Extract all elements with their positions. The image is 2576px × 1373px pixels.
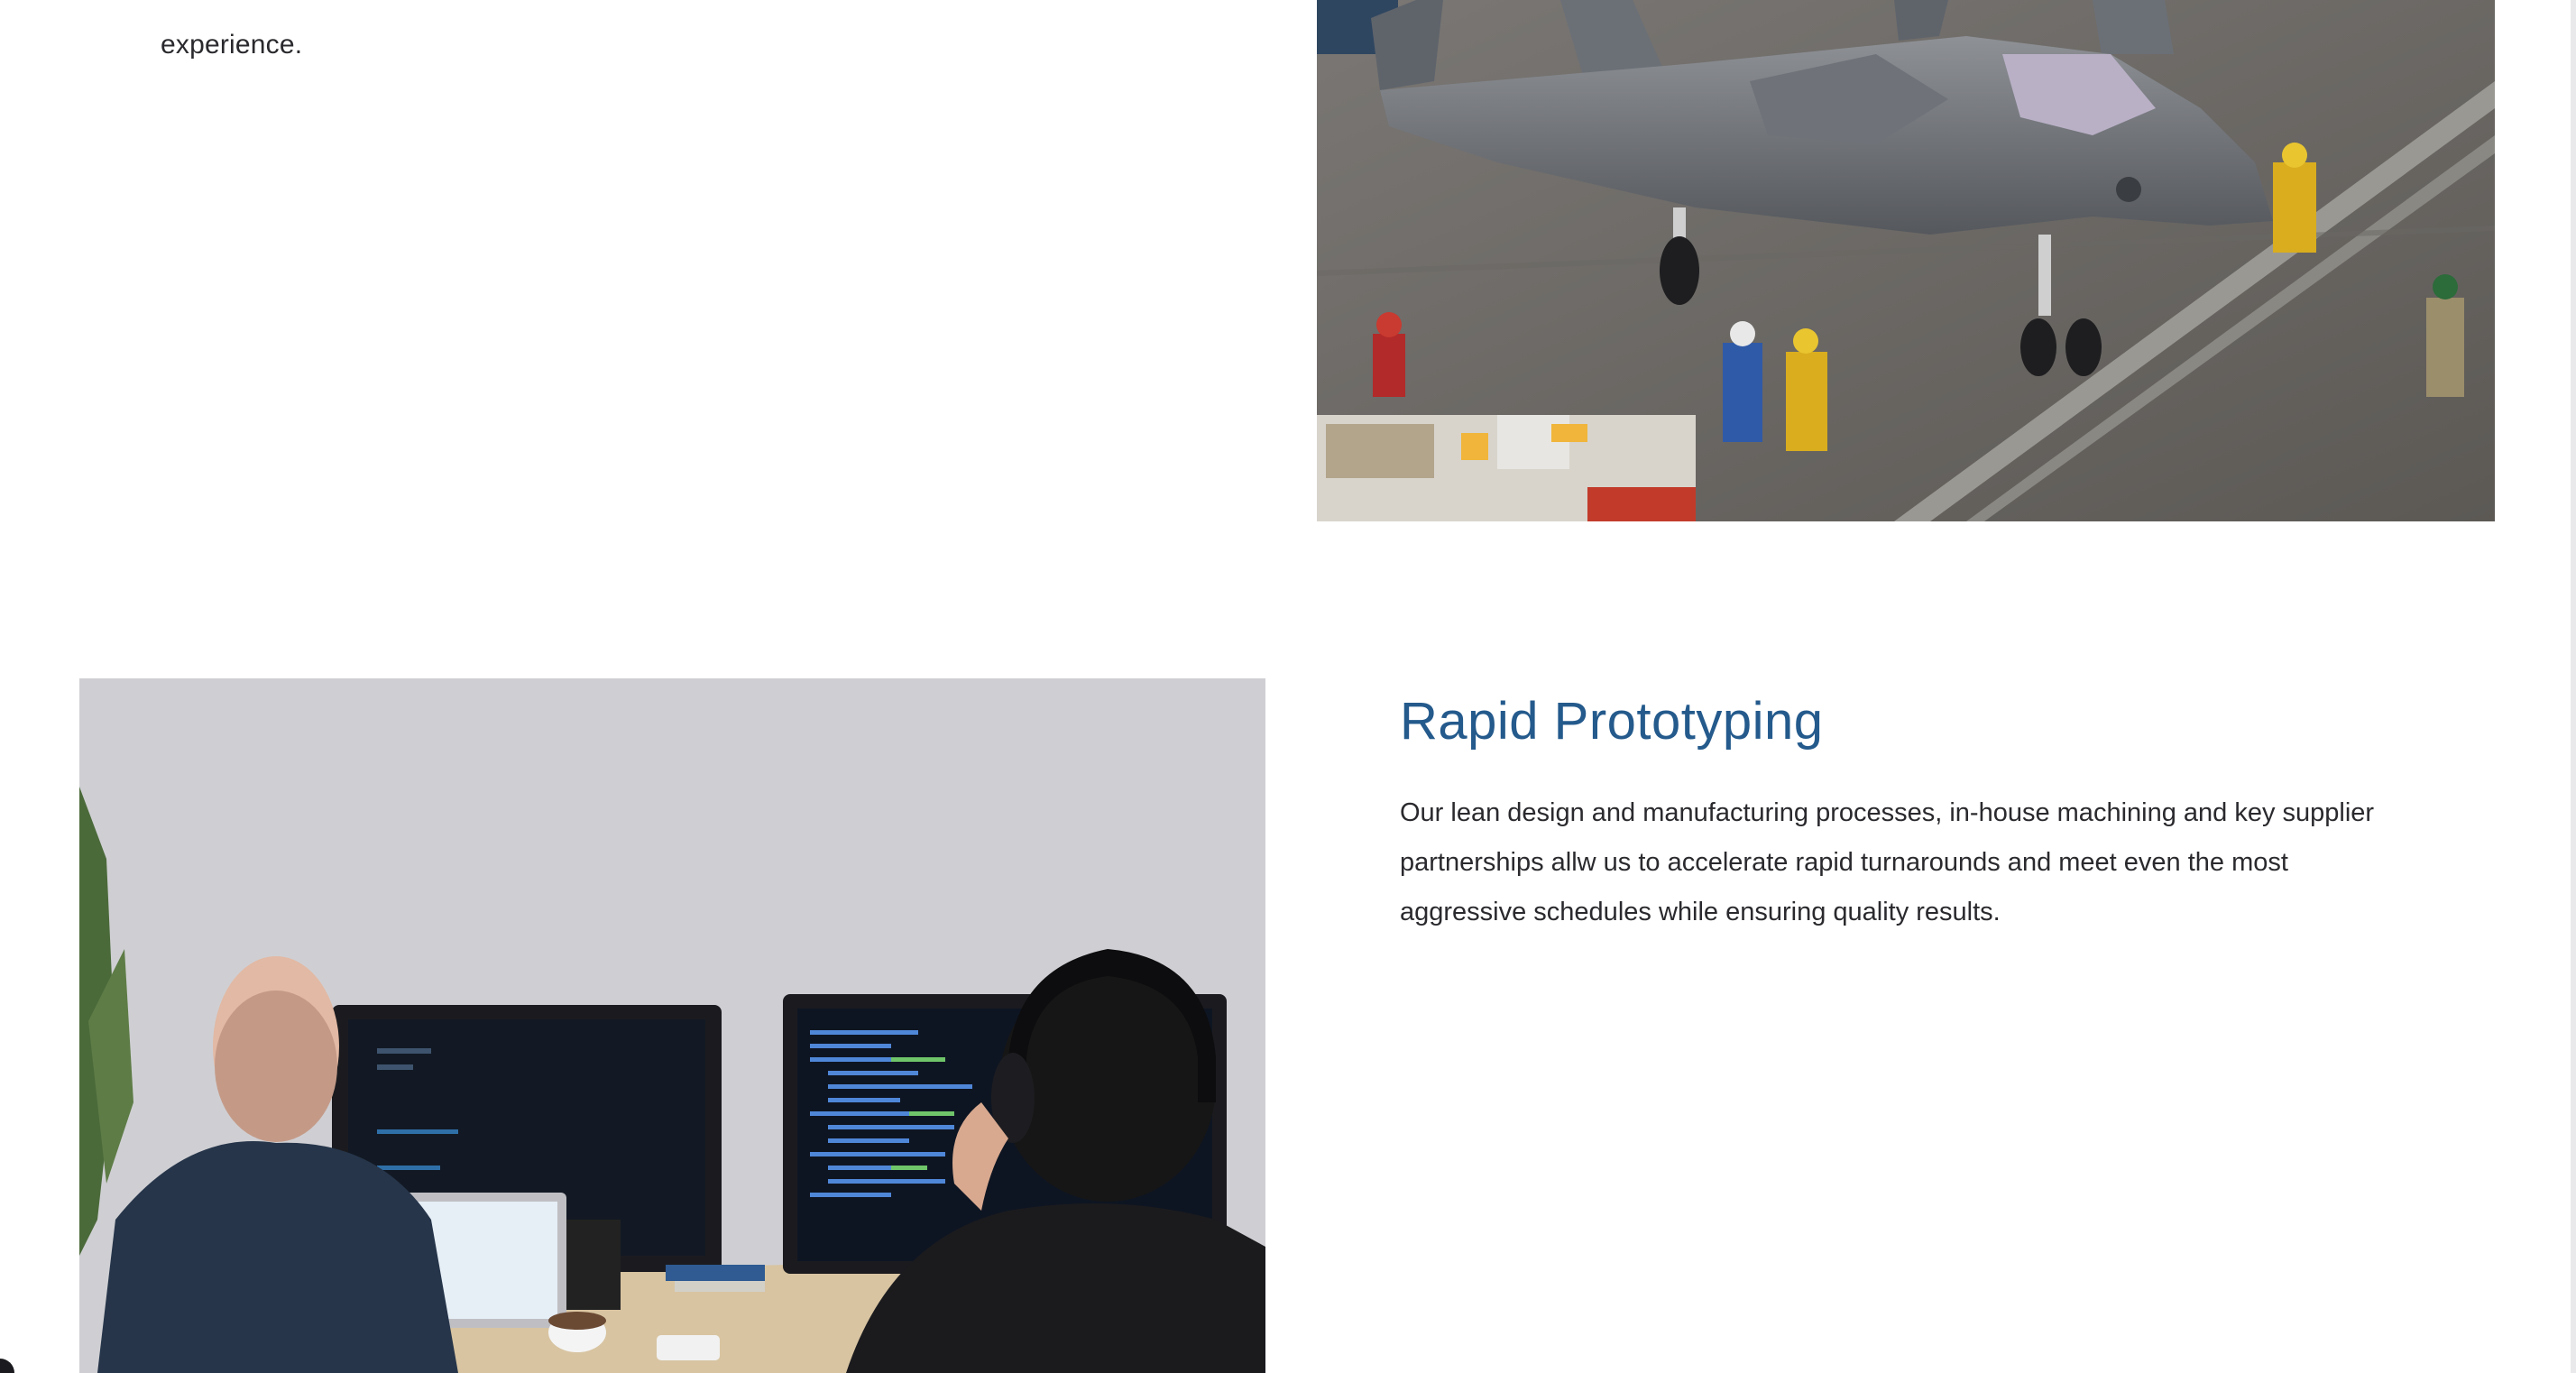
page: experience. Rapid Prototyping Our lean d… (0, 0, 2576, 1373)
previous-section-text: experience. (161, 30, 303, 60)
rapid-prototyping-heading: Rapid Prototyping (1400, 692, 1824, 751)
scrollbar-track[interactable] (2571, 0, 2576, 1373)
window-corner (0, 1359, 14, 1373)
developers-at-computers-photo (79, 678, 1265, 1373)
fighter-jet-on-carrier-photo (1317, 0, 2495, 521)
rapid-prototyping-body: Our lean design and manufacturing proces… (1400, 798, 2375, 926)
